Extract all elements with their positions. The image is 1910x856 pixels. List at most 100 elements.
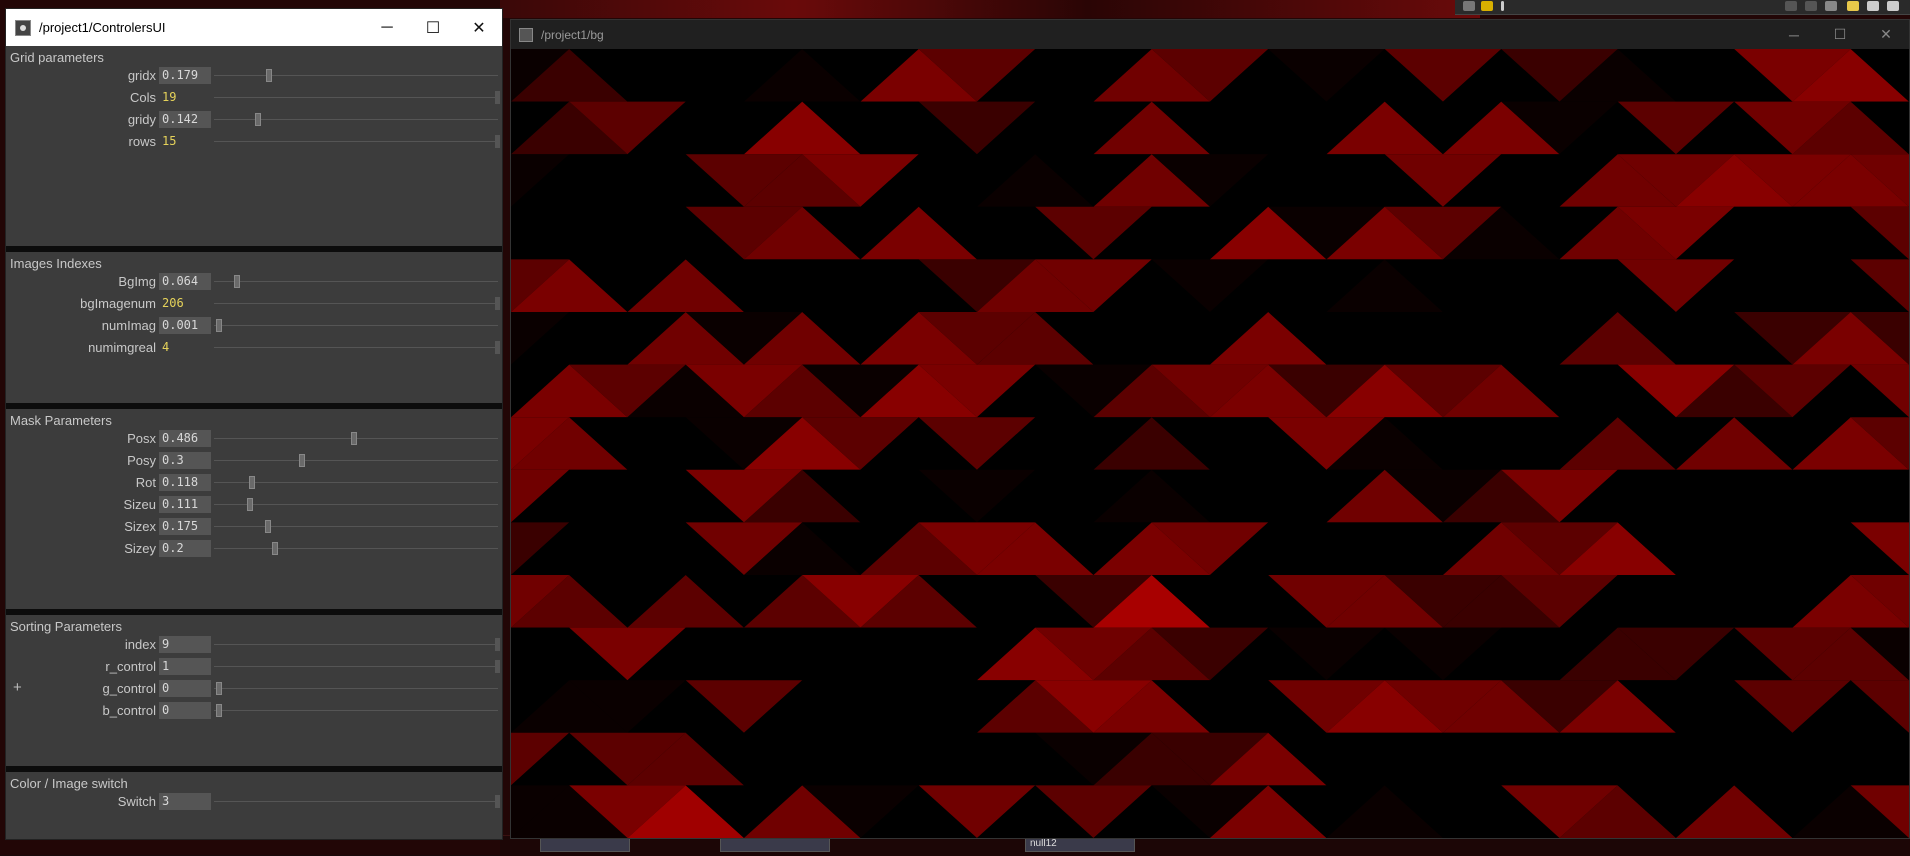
tool-icon[interactable] — [1785, 1, 1797, 11]
param-value-field[interactable]: 206 — [159, 295, 211, 312]
param-row-cols: Cols 19 — [6, 88, 502, 108]
param-value-field[interactable]: 0.2 — [159, 540, 211, 557]
param-value-field[interactable]: 0.3 — [159, 452, 211, 469]
close-button[interactable]: ✕ — [456, 9, 502, 46]
slider-handle[interactable] — [246, 498, 253, 511]
param-value-field[interactable]: 0.179 — [159, 67, 211, 84]
param-row-rows: rows 15 — [6, 132, 502, 152]
slider-track[interactable] — [214, 526, 498, 527]
param-value-field[interactable]: 3 — [159, 793, 211, 810]
param-value-field[interactable]: 0.111 — [159, 496, 211, 513]
param-value-field[interactable]: 0.486 — [159, 430, 211, 447]
param-value-field[interactable]: 0.064 — [159, 273, 211, 290]
param-label: bgImagenum — [80, 296, 156, 311]
slider-track[interactable] — [214, 710, 498, 711]
maximize-button[interactable]: ☐ — [1817, 20, 1863, 49]
slider-end-handle[interactable] — [495, 341, 500, 354]
slider-end-handle[interactable] — [495, 91, 500, 104]
slider-handle[interactable] — [216, 704, 222, 717]
param-label: Rot — [135, 475, 156, 490]
param-row-posx: Posx 0.486 — [6, 429, 502, 449]
app-icon — [15, 19, 31, 36]
slider-track[interactable] — [214, 141, 498, 142]
param-value-field[interactable]: 0.001 — [159, 317, 211, 334]
controllers-titlebar[interactable]: /project1/ControlersUI ─ ☐ ✕ — [6, 9, 502, 46]
minimize-button[interactable]: ─ — [364, 9, 410, 46]
tool-icon[interactable] — [1847, 1, 1859, 11]
tool-icon[interactable] — [1887, 1, 1899, 11]
slider-end-handle[interactable] — [495, 660, 500, 673]
bg-titlebar[interactable]: /project1/bg ─ ☐ ✕ — [511, 20, 1909, 49]
section-color-image-switch: Color / Image switch Switch 3 — [6, 772, 502, 839]
maximize-button[interactable]: ☐ — [410, 9, 456, 46]
slider-track[interactable] — [214, 75, 498, 76]
param-row-sizex: Sizex 0.175 — [6, 517, 502, 537]
slider-handle[interactable] — [271, 542, 278, 555]
tool-icon[interactable] — [1805, 1, 1817, 11]
param-label: Sizex — [124, 519, 156, 534]
slider-track[interactable] — [214, 325, 498, 326]
slider-track[interactable] — [214, 347, 498, 348]
param-row-rot: Rot 0.118 — [6, 473, 502, 493]
param-value-field[interactable]: 19 — [159, 89, 211, 106]
tool-icon[interactable] — [1867, 1, 1879, 11]
section-title: Grid parameters — [10, 50, 104, 65]
slider-track[interactable] — [214, 644, 498, 645]
slider-track[interactable] — [214, 460, 498, 461]
slider-end-handle[interactable] — [495, 795, 500, 808]
slider-handle[interactable] — [233, 275, 240, 288]
slider-track[interactable] — [214, 482, 498, 483]
slider-track[interactable] — [214, 548, 498, 549]
param-label: gridx — [127, 68, 156, 83]
warning-icon[interactable] — [1481, 1, 1493, 11]
param-value-field[interactable]: 1 — [159, 658, 211, 675]
slider-track[interactable] — [214, 801, 498, 802]
plus-icon[interactable]: + — [13, 679, 22, 696]
triangle-grid-render — [511, 49, 1909, 838]
slider-handle[interactable] — [351, 432, 358, 445]
slider-track[interactable] — [214, 688, 498, 689]
param-value-field[interactable]: 4 — [159, 339, 211, 356]
slider-handle[interactable] — [299, 454, 306, 467]
slider-track[interactable] — [214, 281, 498, 282]
slider-handle[interactable] — [216, 319, 223, 332]
param-label: Posx — [127, 431, 156, 446]
param-row-switch: Switch 3 — [6, 792, 502, 812]
controllers-panel-body: Grid parameters gridx 0.179 Cols 19 grid… — [6, 46, 502, 839]
window-title: /project1/bg — [541, 27, 604, 42]
tool-icon[interactable] — [1825, 1, 1837, 11]
slider-track[interactable] — [214, 97, 498, 98]
param-value-field[interactable]: 0.118 — [159, 474, 211, 491]
close-button[interactable]: ✕ — [1863, 20, 1909, 49]
tool-icon[interactable] — [1463, 1, 1475, 11]
param-label: Cols — [129, 90, 156, 105]
slider-track[interactable] — [214, 666, 498, 667]
param-value-field[interactable]: 15 — [159, 133, 211, 150]
minimize-button[interactable]: ─ — [1771, 20, 1817, 49]
param-value-field[interactable]: 0 — [159, 702, 211, 719]
network-backdrop-strip — [500, 0, 1480, 18]
slider-handle[interactable] — [216, 682, 222, 695]
param-value-field[interactable]: 9 — [159, 636, 211, 653]
param-label: Posy — [127, 453, 156, 468]
param-value-field[interactable]: 0 — [159, 680, 211, 697]
param-label: g_control — [102, 681, 156, 696]
slider-handle[interactable] — [248, 476, 255, 489]
param-value-field[interactable]: 0.175 — [159, 518, 211, 535]
param-value-field[interactable]: 0.142 — [159, 111, 211, 128]
tool-icon[interactable] — [1501, 1, 1504, 11]
param-row-index: index 9 — [6, 635, 502, 655]
slider-track[interactable] — [214, 303, 498, 304]
param-row-sizey: Sizey 0.2 — [6, 539, 502, 559]
slider-end-handle[interactable] — [495, 135, 500, 148]
param-label: BgImg — [118, 274, 156, 289]
slider-end-handle[interactable] — [495, 297, 500, 310]
slider-handle[interactable] — [265, 69, 272, 82]
param-row-bgimagenum: bgImagenum 206 — [6, 294, 502, 314]
slider-track[interactable] — [214, 504, 498, 505]
slider-handle[interactable] — [264, 520, 271, 533]
slider-handle[interactable] — [255, 113, 262, 126]
bg-render-canvas[interactable] — [511, 49, 1909, 838]
window-title: /project1/ControlersUI — [39, 20, 166, 35]
slider-end-handle[interactable] — [495, 638, 500, 651]
